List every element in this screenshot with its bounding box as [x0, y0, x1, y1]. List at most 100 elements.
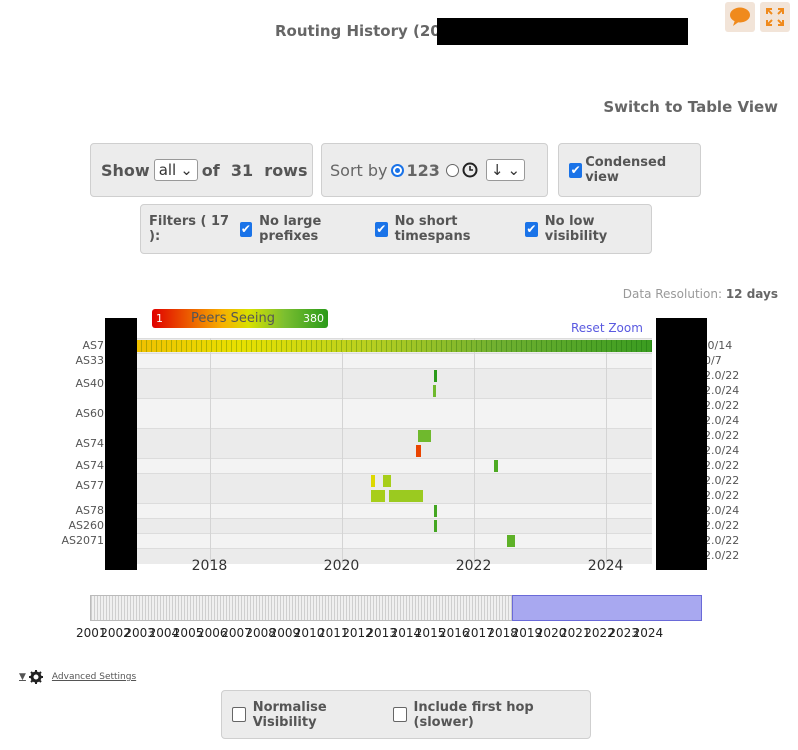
x-tick-label: 2018	[191, 558, 228, 574]
condensed-view-checkbox[interactable]: ✔	[569, 162, 583, 178]
low-visibility-checkbox[interactable]: ✔	[525, 221, 538, 237]
routing-heatmap[interactable]	[137, 338, 652, 564]
sort-label: Sort by	[330, 160, 388, 180]
chart-row-band	[137, 353, 652, 369]
low-visibility-label: No low visibility	[544, 214, 608, 244]
grid-line	[341, 338, 343, 563]
y-label-right: 2.0/22	[704, 519, 740, 532]
heatmap-segment[interactable]	[434, 370, 438, 382]
triangle-down-icon: ▼	[19, 672, 26, 682]
y-label-right: 2.0/22	[704, 534, 740, 547]
chart-row-band	[137, 428, 652, 459]
y-label-left: AS2071	[61, 534, 104, 547]
rows-label: rows	[264, 160, 308, 180]
speech-bubble-icon	[730, 7, 750, 26]
heatmap-segment[interactable]	[371, 490, 385, 502]
y-label-right: .0/14	[704, 339, 733, 352]
y-label-left: AS40	[75, 376, 104, 390]
condensed-view-panel: ✔ Condensed view	[558, 143, 701, 197]
color-legend: 1 Peers Seeing 380	[152, 309, 328, 328]
advanced-settings-toggle[interactable]: ▼ Advanced Settings	[19, 670, 136, 684]
heatmap-segment[interactable]	[434, 505, 438, 517]
y-label-right: 2.0/22	[704, 429, 740, 442]
large-prefixes-checkbox[interactable]: ✔	[239, 221, 253, 237]
legend-max: 380	[302, 312, 324, 325]
show-rows-panel: Show all ⌄ of 31 rows	[90, 143, 313, 197]
heatmap-segment[interactable]	[493, 460, 499, 472]
y-label-left: AS77	[75, 478, 104, 492]
y-label-right: 2.0/22	[704, 549, 740, 562]
chart-row-band	[137, 368, 652, 399]
y-label-right: 2.0/24	[704, 504, 740, 517]
y-label-left: AS260	[68, 519, 104, 532]
y-label-left: AS74	[75, 436, 104, 450]
show-select[interactable]: all ⌄	[153, 159, 198, 181]
sort-number-label: 123	[406, 160, 440, 180]
grid-line	[473, 338, 475, 563]
x-tick-label: 2022	[455, 558, 492, 574]
heatmap-segment[interactable]	[506, 535, 515, 547]
heatmap-segment[interactable]	[389, 490, 423, 502]
redacted-block-left	[105, 318, 137, 570]
redacted-block	[437, 18, 688, 45]
of-label: of	[201, 160, 220, 180]
x-tick-label: 2020	[323, 558, 360, 574]
grid-line	[605, 338, 607, 563]
include-first-hop-label: Include first hop (slower)	[413, 699, 534, 730]
chevron-down-icon: ⌄	[507, 161, 521, 179]
heatmap-segment[interactable]	[371, 475, 375, 487]
reset-zoom-button[interactable]: Reset Zoom	[571, 321, 643, 335]
filters-panel: Filters ( 17 ): ✔ No large prefixes ✔ No…	[140, 204, 652, 254]
gear-icon	[28, 670, 43, 684]
include-first-hop-checkbox[interactable]	[392, 707, 407, 722]
data-resolution: Data Resolution: 12 days	[623, 287, 778, 301]
sort-number-radio[interactable]	[390, 163, 404, 177]
y-label-right: 2.0/24	[704, 414, 740, 427]
sort-direction-select[interactable]: ↓ ⌄	[485, 159, 526, 181]
navigator-year-label: 2024	[632, 626, 664, 640]
options-panel: Normalise Visibility Include first hop (…	[221, 690, 591, 739]
heatmap-segment[interactable]	[434, 520, 438, 532]
large-prefixes-label: No large prefixes	[259, 214, 322, 244]
advanced-settings-label: Advanced Settings	[51, 672, 137, 682]
filters-label: Filters ( 17 ):	[149, 214, 230, 244]
y-label-right: 2.0/22	[704, 489, 740, 502]
y-label-left: AS74	[75, 459, 104, 472]
grid-line	[209, 338, 211, 563]
sort-time-radio[interactable]	[445, 163, 459, 177]
normalise-visibility-label: Normalise Visibility	[252, 699, 327, 730]
heatmap-segment[interactable]	[415, 445, 421, 457]
switch-to-table-link[interactable]: Switch to Table View	[603, 98, 778, 116]
fullscreen-button[interactable]	[760, 2, 790, 32]
heatmap-segment[interactable]	[417, 430, 431, 442]
show-label: Show	[101, 160, 150, 180]
y-label-left: AS7	[82, 339, 104, 352]
chart-row-band	[137, 503, 652, 519]
chart-row-band	[137, 533, 652, 549]
y-label-right: 2.0/22	[704, 399, 740, 412]
condensed-view-label: Condensed view	[585, 155, 667, 185]
y-label-left: AS33	[75, 354, 104, 367]
y-label-left: AS60	[75, 406, 104, 420]
sort-panel: Sort by 123 ↓ ⌄	[321, 143, 548, 197]
short-timespans-checkbox[interactable]: ✔	[374, 221, 388, 237]
y-label-right: 2.0/22	[704, 459, 740, 472]
normalise-visibility-checkbox[interactable]	[232, 707, 246, 722]
short-timespans-label: No short timespans	[394, 214, 471, 244]
chevron-down-icon: ⌄	[180, 161, 193, 179]
legend-min: 1	[156, 312, 163, 325]
heatmap-segment[interactable]	[382, 475, 392, 487]
chart-row-band	[137, 458, 652, 474]
x-tick-label: 2024	[587, 558, 624, 574]
comment-button[interactable]	[725, 2, 755, 32]
resolution-value: 12 days	[725, 287, 778, 301]
navigator-selection[interactable]	[512, 595, 702, 621]
page-title: Routing History (20	[275, 22, 441, 40]
row-count: 31	[230, 160, 254, 180]
y-label-right: 2.0/24	[704, 444, 740, 457]
clock-icon	[462, 162, 478, 178]
y-label-right: 2.0/22	[704, 474, 740, 487]
heatmap-segment[interactable]	[432, 385, 436, 397]
y-label-right: 2.0/22	[704, 369, 740, 382]
resolution-label: Data Resolution:	[622, 287, 722, 301]
